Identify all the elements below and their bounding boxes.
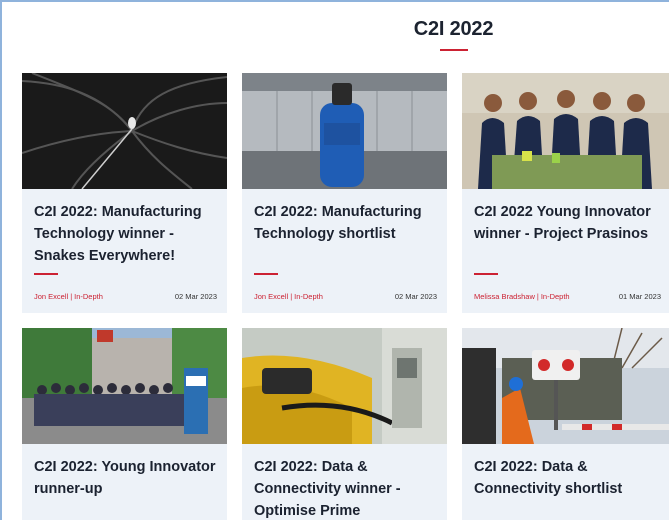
article-title[interactable]: C2I 2022: Manufacturing — [254, 201, 437, 223]
article-title[interactable]: Connectivity shortlist — [474, 478, 661, 500]
article-section: C2I 2022 C2I 2022: Manufacturing Technol… — [0, 0, 669, 520]
card-underline — [34, 273, 58, 275]
article-image[interactable] — [242, 73, 447, 189]
title-underline — [439, 49, 468, 51]
article-title[interactable]: Optimise Prime — [254, 500, 437, 520]
article-image[interactable] — [462, 328, 669, 444]
article-title[interactable]: runner-up — [34, 478, 217, 500]
article-title[interactable]: Snakes Everywhere! — [34, 245, 217, 267]
author-link[interactable]: Melissa Bradshaw — [474, 292, 535, 301]
article-date: 02 Mar 2023 — [394, 292, 437, 301]
article-title[interactable]: winner - Project Prasinos — [474, 223, 661, 245]
author-link[interactable]: Jon Excell — [254, 292, 288, 301]
article-card[interactable]: C2I 2022: Data & Connectivity winner - O… — [242, 328, 447, 520]
article-date: 01 Mar 2023 — [618, 292, 661, 301]
article-image[interactable] — [22, 328, 227, 444]
article-card[interactable]: C2I 2022: Manufacturing Technology winne… — [22, 73, 227, 313]
section-title: C2I 2022 — [413, 18, 494, 40]
author-link[interactable]: Jon Excell — [34, 292, 68, 301]
category-link[interactable]: In-Depth — [294, 292, 323, 301]
article-title[interactable]: C2I 2022: Data & — [474, 456, 661, 478]
card-underline — [474, 273, 498, 275]
article-title[interactable]: Technology shortlist — [254, 223, 437, 245]
article-title[interactable]: C2I 2022: Data & — [254, 456, 437, 478]
article-title[interactable]: C2I 2022: Young Innovator — [34, 456, 217, 478]
article-image[interactable] — [242, 328, 447, 444]
article-title[interactable]: Technology winner - — [34, 223, 217, 245]
article-date: 02 Mar 2023 — [174, 292, 217, 301]
article-image[interactable] — [22, 73, 227, 189]
article-card[interactable]: C2I 2022: Young Innovator runner-up — [22, 328, 227, 520]
article-card[interactable]: C2I 2022: Data & Connectivity shortlist — [462, 328, 669, 520]
category-link[interactable]: In-Depth — [541, 292, 570, 301]
article-image[interactable] — [462, 73, 669, 189]
article-title[interactable]: C2I 2022 Young Innovator — [474, 201, 661, 223]
article-title[interactable]: C2I 2022: Manufacturing — [34, 201, 217, 223]
article-card[interactable]: C2I 2022 Young Innovator winner - Projec… — [462, 73, 669, 313]
card-underline — [254, 273, 278, 275]
category-link[interactable]: In-Depth — [74, 292, 103, 301]
article-title[interactable]: Connectivity winner - — [254, 478, 437, 500]
section-heading: C2I 2022 — [2, 18, 669, 51]
article-card[interactable]: C2I 2022: Manufacturing Technology short… — [242, 73, 447, 313]
